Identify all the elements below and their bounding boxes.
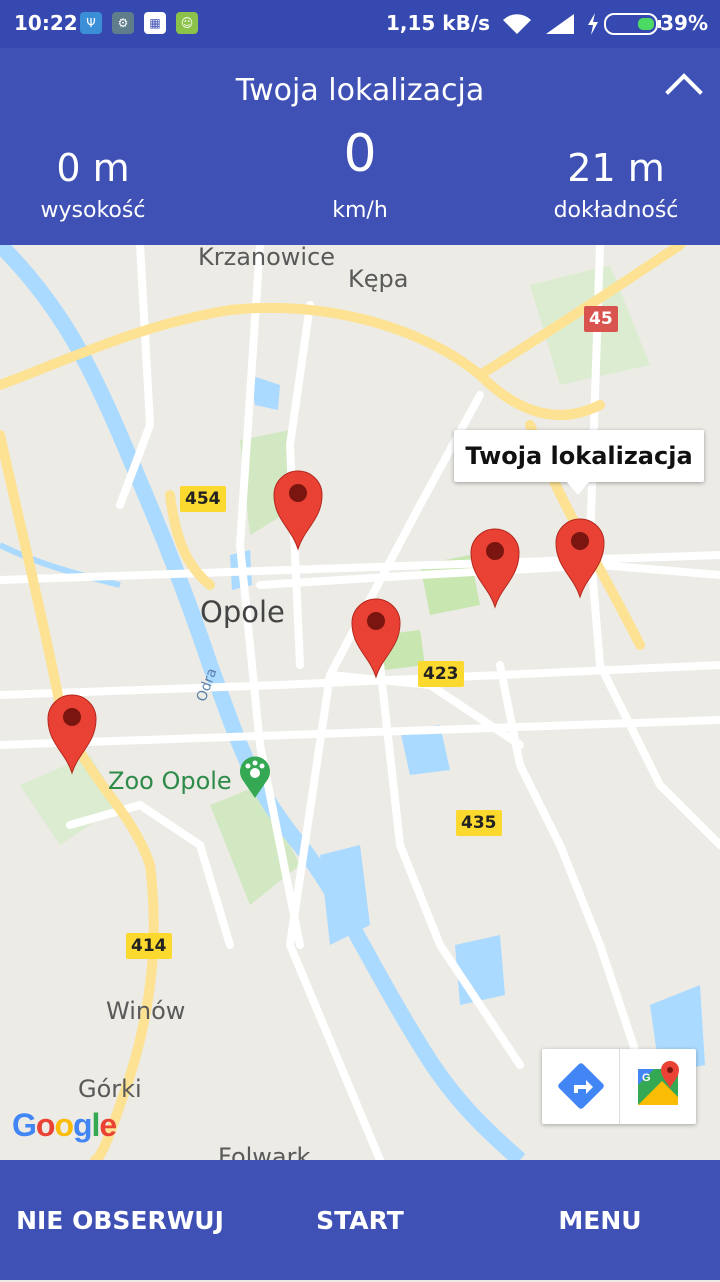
battery-icon <box>604 13 661 35</box>
calendar-app-icon: ▦ <box>144 12 166 34</box>
road-shield-423: 423 <box>418 661 464 687</box>
chevron-up-icon[interactable] <box>664 66 704 98</box>
map-view[interactable]: Krzanowice Kępa Opole Zoo Opole Odra Win… <box>0 245 720 1160</box>
altitude-label: wysokość <box>40 198 146 223</box>
menu-button[interactable]: MENU <box>480 1160 720 1280</box>
zoo-paw-icon[interactable] <box>238 755 272 799</box>
bottom-action-bar: NIE OBSERWUJ START MENU <box>0 1160 720 1280</box>
settings-app-icon: ⚙ <box>112 12 134 34</box>
place-label-winow: Winów <box>106 997 186 1025</box>
place-label-gorki: Górki <box>78 1075 142 1103</box>
status-bar: 10:22 Ψ ⚙ ▦ ☺ 1,15 kB/s 39% <box>0 0 720 48</box>
current-location-pin-icon[interactable] <box>554 515 606 599</box>
status-time: 10:22 <box>14 11 78 35</box>
google-maps-icon[interactable]: G <box>620 1049 697 1124</box>
place-label-zoo-opole: Zoo Opole <box>108 767 232 795</box>
start-button[interactable]: START <box>240 1160 480 1280</box>
battery-percent: 39% <box>660 11 708 35</box>
road-shield-454: 454 <box>180 486 226 512</box>
location-header: Twoja lokalizacja 0 m wysokość 0 km/h 21… <box>0 48 720 245</box>
speed-unit-label: km/h <box>332 198 388 223</box>
charging-icon <box>588 13 598 35</box>
speed-value: 0 <box>343 124 377 184</box>
location-pin-icon[interactable] <box>350 595 402 679</box>
header-title: Twoja lokalizacja <box>235 73 485 108</box>
map-toolbar: G <box>542 1049 696 1124</box>
road-shield-414: 414 <box>126 933 172 959</box>
android-icon: ☺ <box>176 12 198 34</box>
network-speed: 1,15 kB/s <box>386 11 491 35</box>
location-pin-icon[interactable] <box>469 525 521 609</box>
directions-icon[interactable] <box>542 1049 619 1124</box>
road-shield-435: 435 <box>456 810 502 836</box>
marker-info-window[interactable]: Twoja lokalizacja <box>454 430 704 482</box>
signal-icon <box>546 14 574 34</box>
altitude-value: 0 m <box>56 146 130 190</box>
info-window-tail <box>566 481 590 495</box>
accuracy-label: dokładność <box>553 198 679 223</box>
road-shield-45: 45 <box>584 306 618 332</box>
place-label-opole: Opole <box>200 595 285 629</box>
svg-text:G: G <box>642 1072 651 1084</box>
unwatch-button[interactable]: NIE OBSERWUJ <box>0 1160 240 1280</box>
place-label-krzanowice: Krzanowice <box>198 245 336 271</box>
google-logo: Google <box>12 1107 117 1143</box>
place-label-folwark: Folwark <box>218 1143 311 1160</box>
wifi-icon <box>503 14 531 34</box>
usb-icon: Ψ <box>80 12 102 34</box>
location-pin-icon[interactable] <box>46 691 98 775</box>
accuracy-value: 21 m <box>567 146 665 190</box>
place-label-kepa: Kępa <box>348 265 409 293</box>
location-pin-icon[interactable] <box>272 467 324 551</box>
